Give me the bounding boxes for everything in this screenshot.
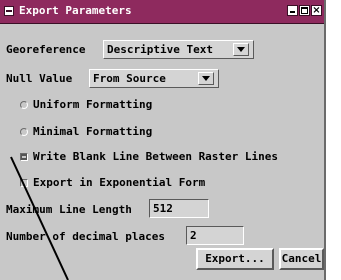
cancel-button[interactable]: Cancel bbox=[279, 248, 324, 270]
exponential-form-checkbox[interactable] bbox=[20, 179, 28, 187]
max-line-length-label: Maximum Line Length bbox=[6, 203, 132, 216]
close-icon[interactable]: × bbox=[311, 5, 322, 16]
null-value-label: Null Value bbox=[6, 72, 73, 85]
georeference-value: Descriptive Text bbox=[107, 43, 213, 56]
window-title: Export Parameters bbox=[19, 4, 132, 17]
export-button[interactable]: Export... bbox=[196, 248, 274, 270]
minimal-formatting-radio[interactable] bbox=[20, 128, 28, 136]
export-parameters-window: Export Parameters × Georeference Descrip… bbox=[0, 0, 326, 280]
georeference-dropdown[interactable]: Descriptive Text bbox=[103, 40, 254, 59]
chevron-down-icon[interactable] bbox=[233, 43, 249, 56]
write-blank-line-checkbox[interactable] bbox=[20, 153, 28, 161]
null-value-dropdown[interactable]: From Source bbox=[89, 69, 219, 88]
null-value-value: From Source bbox=[93, 72, 166, 85]
max-line-length-input[interactable]: 512 bbox=[149, 199, 209, 218]
uniform-formatting-radio[interactable] bbox=[20, 101, 28, 109]
chevron-down-icon[interactable] bbox=[198, 72, 214, 85]
uniform-formatting-label[interactable]: Uniform Formatting bbox=[33, 98, 152, 111]
maximize-icon[interactable] bbox=[299, 5, 310, 16]
decimal-places-label: Number of decimal places bbox=[6, 230, 165, 243]
minimize-icon[interactable] bbox=[287, 5, 298, 16]
minimal-formatting-label[interactable]: Minimal Formatting bbox=[33, 125, 152, 138]
title-bar[interactable]: Export Parameters × bbox=[0, 0, 324, 24]
write-blank-line-label[interactable]: Write Blank Line Between Raster Lines bbox=[33, 150, 278, 163]
window-menu-icon[interactable] bbox=[4, 6, 14, 16]
georeference-label: Georeference bbox=[6, 43, 86, 56]
decimal-places-input[interactable]: 2 bbox=[186, 226, 244, 245]
exponential-form-label[interactable]: Export in Exponential Form bbox=[33, 176, 205, 189]
